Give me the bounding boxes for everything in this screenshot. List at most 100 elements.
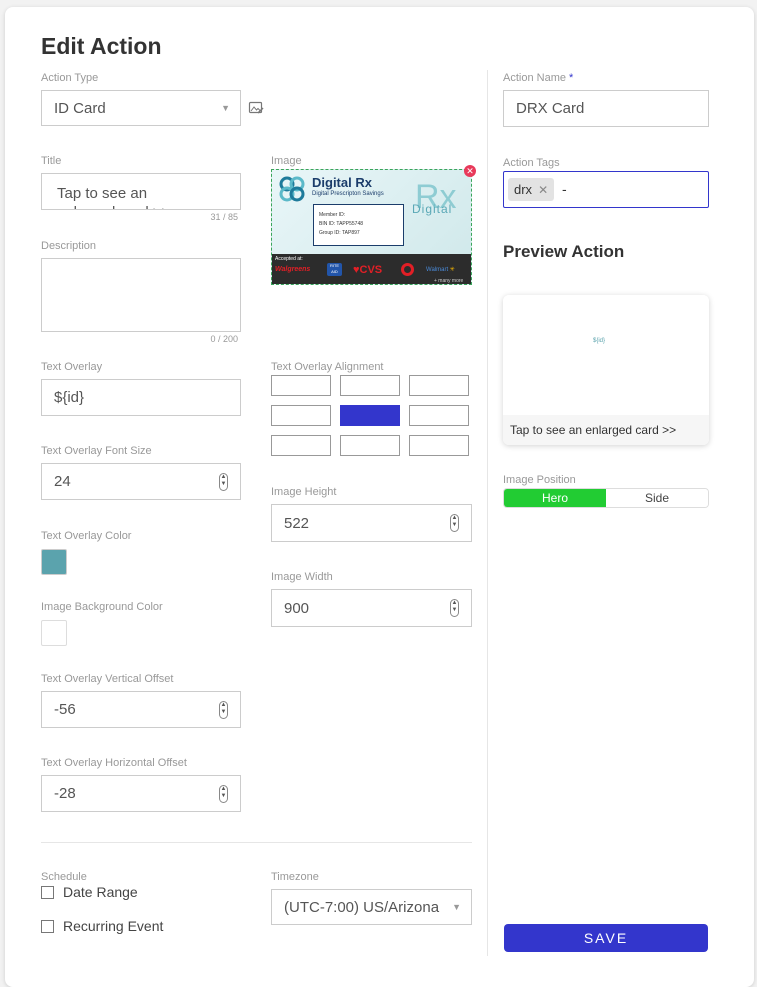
action-type-value: ID Card xyxy=(54,99,106,117)
card-member-id: Member ID: xyxy=(319,212,346,218)
walmart-text: Walmart xyxy=(426,267,449,273)
card-group-id: Group ID: TAP897 xyxy=(319,230,360,236)
vertical-offset-stepper-icon[interactable]: ▲ ▼ xyxy=(219,700,228,719)
position-hero-option[interactable]: Hero xyxy=(504,489,606,507)
image-width-input[interactable]: 900 ▲ ▼ xyxy=(271,589,472,627)
action-type-select[interactable]: ID Card ▼ xyxy=(41,90,241,126)
save-button[interactable]: SAVE xyxy=(504,924,708,952)
image-bg-color-swatch[interactable] xyxy=(41,620,67,646)
image-label: Image xyxy=(271,155,302,167)
action-tags-label: Action Tags xyxy=(503,157,560,169)
title-value: Tap to see an enlarged card >> xyxy=(57,185,170,209)
chevron-down-icon: ▼ xyxy=(221,103,230,113)
image-height-value: 522 xyxy=(284,514,310,532)
font-size-value: 24 xyxy=(54,473,71,490)
card-subtitle: Digital Prescripton Savings xyxy=(312,191,384,197)
align-top-left[interactable] xyxy=(271,375,331,396)
description-label: Description xyxy=(41,240,97,252)
rite-aid-logo: RITE AID xyxy=(327,263,342,276)
cvs-logo: ♥CVS xyxy=(353,264,383,276)
page-title: Edit Action xyxy=(41,33,162,59)
tag-chip: drx ✕ xyxy=(508,178,555,201)
tag-typing-value: - xyxy=(562,181,567,197)
align-middle-left[interactable] xyxy=(271,405,331,426)
timezone-label: Timezone xyxy=(271,871,319,883)
card-pharmacy-strip: Accepted at: Walgreens RITE AID ♥CVS Wal… xyxy=(272,254,471,284)
remove-image-icon[interactable]: ✕ xyxy=(464,165,476,177)
align-top-center[interactable] xyxy=(340,375,400,396)
timezone-value: (UTC-7:00) US/Arizona xyxy=(284,898,440,916)
action-type-label: Action Type xyxy=(41,72,99,84)
walgreens-logo: Walgreens xyxy=(275,266,311,273)
text-overlay-input[interactable]: ${id} xyxy=(41,379,241,416)
schedule-label: Schedule xyxy=(41,871,87,883)
target-logo xyxy=(401,263,414,276)
required-mark: * xyxy=(569,72,574,84)
horizontal-offset-value: -28 xyxy=(54,785,76,802)
horizontal-offset-input[interactable]: -28 ▲ ▼ xyxy=(41,775,241,812)
title-textarea[interactable]: Tap to see an enlarged card >> xyxy=(41,173,241,210)
preview-caption: Tap to see an enlarged card >> xyxy=(510,423,677,437)
recurring-event-checkbox[interactable] xyxy=(41,920,54,933)
image-bg-color-label: Image Background Color xyxy=(41,601,163,613)
preview-heading: Preview Action xyxy=(503,242,625,261)
preview-image xyxy=(503,295,709,415)
vertical-offset-label: Text Overlay Vertical Offset xyxy=(41,673,174,685)
font-size-stepper-icon[interactable]: ▲ ▼ xyxy=(219,472,228,491)
remove-tag-icon[interactable]: ✕ xyxy=(538,183,548,197)
vertical-offset-value: -56 xyxy=(54,701,76,718)
walmart-logo: Walmart ✳ xyxy=(426,267,455,273)
align-top-right[interactable] xyxy=(409,375,469,396)
position-side-option[interactable]: Side xyxy=(606,489,708,507)
image-width-stepper-icon[interactable]: ▲ ▼ xyxy=(450,599,459,617)
text-overlay-color-label: Text Overlay Color xyxy=(41,530,132,542)
text-overlay-color-swatch[interactable] xyxy=(41,549,67,575)
image-width-label: Image Width xyxy=(271,571,333,583)
image-position-label: Image Position xyxy=(503,474,576,486)
description-textarea[interactable] xyxy=(41,258,241,332)
timezone-select[interactable]: (UTC-7:00) US/Arizona ▼ xyxy=(271,889,472,925)
align-middle-right[interactable] xyxy=(409,405,469,426)
action-name-label: Action Name * xyxy=(503,72,573,84)
card-more-pharmacies: + many more xyxy=(434,278,464,284)
image-height-input[interactable]: 522 ▲ ▼ xyxy=(271,504,472,542)
action-name-input[interactable]: DRX Card xyxy=(503,90,709,127)
text-overlay-value: ${id} xyxy=(54,389,85,406)
align-bottom-right[interactable] xyxy=(409,435,469,456)
vertical-offset-input[interactable]: -56 ▲ ▼ xyxy=(41,691,241,728)
action-name-value: DRX Card xyxy=(516,100,585,117)
cvs-text: CVS xyxy=(359,264,383,276)
card-watermark-digital: Digital xyxy=(412,202,453,216)
image-height-label: Image Height xyxy=(271,486,337,498)
recurring-event-label: Recurring Event xyxy=(63,918,164,934)
align-bottom-left[interactable] xyxy=(271,435,331,456)
image-edit-icon[interactable] xyxy=(248,100,264,116)
card-accepted-at: Accepted at: xyxy=(275,256,303,262)
font-size-input[interactable]: 24 ▲ ▼ xyxy=(41,463,241,500)
column-divider xyxy=(487,70,488,956)
image-width-value: 900 xyxy=(284,599,310,617)
text-overlay-label: Text Overlay xyxy=(41,361,103,373)
description-char-count: 0 / 200 xyxy=(210,334,238,344)
align-bottom-center[interactable] xyxy=(340,435,400,456)
preview-overlay-text: ${id} xyxy=(593,338,606,344)
title-label: Title xyxy=(41,155,62,167)
font-size-label: Text Overlay Font Size xyxy=(41,445,152,457)
image-height-stepper-icon[interactable]: ▲ ▼ xyxy=(450,514,459,532)
preview-card: ${id} Tap to see an enlarged card >> xyxy=(503,295,709,445)
align-middle-center[interactable] xyxy=(340,405,400,426)
tag-chip-label: drx xyxy=(514,182,533,197)
card-member-box: Member ID: BIN ID: TAPP55748 Group ID: T… xyxy=(313,204,404,246)
id-card-image[interactable]: Digital Rx Digital Prescripton Savings R… xyxy=(271,169,472,285)
card-brand: Digital Rx xyxy=(312,175,372,190)
horizontal-offset-stepper-icon[interactable]: ▲ ▼ xyxy=(219,784,228,803)
date-range-checkbox[interactable] xyxy=(41,886,54,899)
image-position-toggle: Hero Side xyxy=(503,488,709,508)
chevron-down-icon: ▼ xyxy=(452,902,461,912)
card-bin-id: BIN ID: TAPP55748 xyxy=(319,221,364,227)
section-divider xyxy=(41,842,472,843)
date-range-label: Date Range xyxy=(63,884,138,900)
alignment-grid xyxy=(271,375,472,457)
title-char-count: 31 / 85 xyxy=(210,212,238,222)
digital-rx-logo-icon xyxy=(279,176,305,202)
